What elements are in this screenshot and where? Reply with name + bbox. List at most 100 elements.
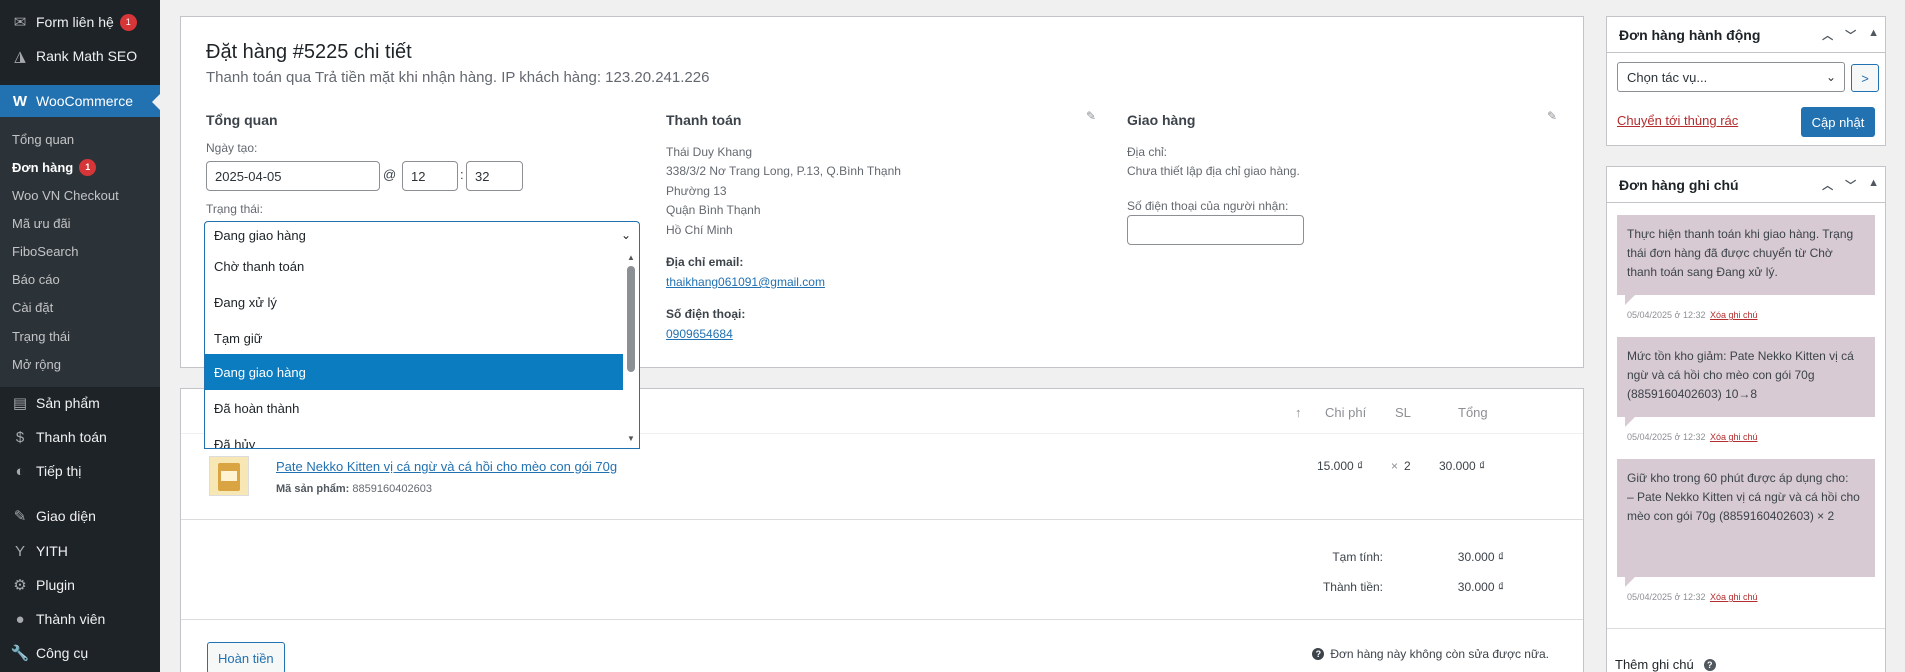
hour-input[interactable]: 12 xyxy=(402,161,458,191)
submenu-woo-vn-checkout[interactable]: Woo VN Checkout xyxy=(12,185,119,205)
submenu-tong-quan[interactable]: Tổng quan xyxy=(12,129,74,149)
status-option-pending[interactable]: Chờ thanh toán xyxy=(205,248,623,284)
help-icon[interactable]: ? xyxy=(1703,658,1716,671)
menu-item-woocommerce[interactable]: W WooCommerce xyxy=(0,85,160,117)
menu-item-label: Rank Math SEO xyxy=(36,48,138,64)
sort-arrow-icon[interactable]: ↑ xyxy=(1295,405,1302,420)
note-timestamp: 05/04/2025 ở 12:32 xyxy=(1627,310,1706,320)
sku-label: Mã sản phẩm: xyxy=(276,483,350,495)
menu-item-form-lien-he[interactable]: ✉ Form liên hệ 1 xyxy=(0,6,160,38)
submenu-cai-dat[interactable]: Cài đặt xyxy=(12,297,53,317)
recipient-phone-input[interactable] xyxy=(1127,215,1304,245)
qty-prefix: × xyxy=(1391,459,1399,473)
users-icon: ● xyxy=(15,610,25,628)
menu-item-label: Form liên hệ xyxy=(36,14,114,30)
qty-column-header: SL xyxy=(1395,405,1411,420)
recipient-phone-label: Số điện thoại của người nhận: xyxy=(1127,199,1289,213)
apply-action-button[interactable]: > xyxy=(1851,64,1879,92)
submenu-label: Đơn hàng xyxy=(12,159,74,175)
woocommerce-submenu: Tổng quan Đơn hàng 1 Woo VN Checkout Mã … xyxy=(0,117,160,387)
sku-value: 8859160402603 xyxy=(352,483,432,495)
edit-billing-pencil-icon[interactable]: ✎ xyxy=(1086,109,1096,123)
archive-icon: ▤ xyxy=(12,395,28,412)
scroll-up-icon[interactable]: ▲ xyxy=(627,253,635,262)
toggle-panel-icon[interactable]: ▲ xyxy=(1868,177,1879,193)
not-editable-text: Đơn hàng này không còn sửa được nữa. xyxy=(1330,647,1549,661)
billing-address-line: Hồ Chí Minh xyxy=(666,223,733,237)
menu-item-thanh-vien[interactable]: ● Thành viên xyxy=(0,603,160,635)
general-heading: Tổng quan xyxy=(206,112,278,128)
cost-column-header: Chi phí xyxy=(1325,405,1367,420)
menu-item-rank-math[interactable]: ◮ Rank Math SEO xyxy=(0,40,160,72)
admin-sidebar: ✉ Form liên hệ 1 ◮ Rank Math SEO W WooCo… xyxy=(0,0,160,672)
date-created-input[interactable]: 2025-04-05 xyxy=(206,161,380,191)
note-tail xyxy=(1625,577,1635,587)
menu-item-san-pham[interactable]: ▤ Sản phẩm xyxy=(0,387,160,419)
item-total: 30.000 ₫ xyxy=(1439,459,1486,473)
refund-button[interactable]: Hoàn tiền xyxy=(207,642,285,672)
plugin-icon: ⚙ xyxy=(13,577,27,594)
delete-note-link[interactable]: Xóa ghi chú xyxy=(1710,432,1758,442)
minute-input[interactable]: 32 xyxy=(466,161,523,191)
email-label: Địa chỉ email: xyxy=(666,255,744,269)
menu-item-label: Tiếp thị xyxy=(36,463,82,479)
submenu-fibosearch[interactable]: FiboSearch xyxy=(12,241,78,261)
add-note-label: Thêm ghi chú? xyxy=(1615,657,1716,672)
toggle-panel-icon[interactable]: ▲ xyxy=(1868,27,1879,43)
note-meta: 05/04/2025 ở 12:32 Xóa ghi chú xyxy=(1627,310,1758,320)
count-badge: 1 xyxy=(79,158,97,176)
product-name-link[interactable]: Pate Nekko Kitten vị cá ngừ và cá hồi ch… xyxy=(276,459,617,474)
note-timestamp: 05/04/2025 ở 12:32 xyxy=(1627,432,1706,442)
order-status-select[interactable]: Đang giao hàng ⌄ xyxy=(204,221,640,249)
wrench-icon: 🔧 xyxy=(10,645,30,662)
move-down-icon[interactable]: ﹀ xyxy=(1845,177,1856,193)
date-created-label: Ngày tạo: xyxy=(206,141,258,155)
order-action-select[interactable]: Chọn tác vụ... ⌄ xyxy=(1617,62,1845,92)
update-button[interactable]: Cập nhật xyxy=(1801,107,1875,137)
menu-item-yith[interactable]: Y YITH xyxy=(0,535,160,567)
total-label: Thành tiền: xyxy=(1322,580,1383,594)
dropdown-scrollbar[interactable]: ▲ ▼ xyxy=(625,250,637,446)
status-option-processing[interactable]: Đang xử lý xyxy=(205,284,623,320)
move-down-icon[interactable]: ﹀ xyxy=(1845,27,1856,43)
delete-note-link[interactable]: Xóa ghi chú xyxy=(1710,310,1758,320)
note-timestamp: 05/04/2025 ở 12:32 xyxy=(1627,592,1706,602)
submenu-trang-thai[interactable]: Trạng thái xyxy=(12,326,70,346)
order-note: Thực hiện thanh toán khi giao hàng. Trạn… xyxy=(1617,215,1875,295)
status-option-on-hold[interactable]: Tạm giữ xyxy=(205,320,623,356)
menu-item-thanh-toan[interactable]: $ Thanh toán xyxy=(0,421,160,453)
delete-note-link[interactable]: Xóa ghi chú xyxy=(1710,592,1758,602)
scroll-down-icon[interactable]: ▼ xyxy=(627,434,635,443)
submenu-ma-uu-dai[interactable]: Mã ưu đãi xyxy=(12,213,71,233)
status-option-completed[interactable]: Đã hoàn thành xyxy=(205,390,623,426)
shipping-address-label: Địa chỉ: xyxy=(1127,145,1168,159)
scroll-thumb[interactable] xyxy=(627,266,635,372)
menu-item-cong-cu[interactable]: 🔧 Công cụ xyxy=(0,637,160,669)
move-up-icon[interactable]: ︿ xyxy=(1822,177,1833,193)
subtotal-value: 30.000 ₫ xyxy=(1457,550,1504,564)
submenu-bao-cao[interactable]: Báo cáo xyxy=(12,269,60,289)
menu-item-giao-dien[interactable]: ✎ Giao diện xyxy=(0,500,160,532)
menu-item-plugin[interactable]: ⚙ Plugin xyxy=(0,569,160,601)
move-up-icon[interactable]: ︿ xyxy=(1822,27,1833,43)
billing-address-line: Thái Duy Khang xyxy=(666,145,753,159)
billing-phone-link[interactable]: 0909654684 xyxy=(666,327,733,341)
edit-shipping-pencil-icon[interactable]: ✎ xyxy=(1547,109,1557,123)
payment-icon: $ xyxy=(15,428,25,446)
status-option-shipping[interactable]: Đang giao hàng xyxy=(205,354,623,390)
menu-item-tiep-thi[interactable]: ◐ Tiếp thị xyxy=(0,455,160,487)
box-controls: ︿ ﹀ ▲ xyxy=(1822,27,1879,43)
note-tail xyxy=(1625,417,1635,427)
status-option-cancelled[interactable]: Đã hủy xyxy=(205,426,623,449)
order-title: Đặt hàng #5225 chi tiết xyxy=(206,41,412,63)
divider xyxy=(181,619,1583,620)
submenu-don-hang[interactable]: Đơn hàng 1 xyxy=(12,157,97,177)
item-qty: × 2 xyxy=(1391,459,1411,473)
status-selected-value: Đang giao hàng xyxy=(214,228,306,243)
billing-email-link[interactable]: thaikhang061091@gmail.com xyxy=(666,275,825,289)
menu-item-label: WooCommerce xyxy=(36,93,133,109)
submenu-mo-rong[interactable]: Mở rộng xyxy=(12,354,61,374)
rankmath-icon: ◮ xyxy=(14,48,26,65)
at-separator: @ xyxy=(383,167,397,182)
move-to-trash-link[interactable]: Chuyển tới thùng rác xyxy=(1617,113,1738,128)
